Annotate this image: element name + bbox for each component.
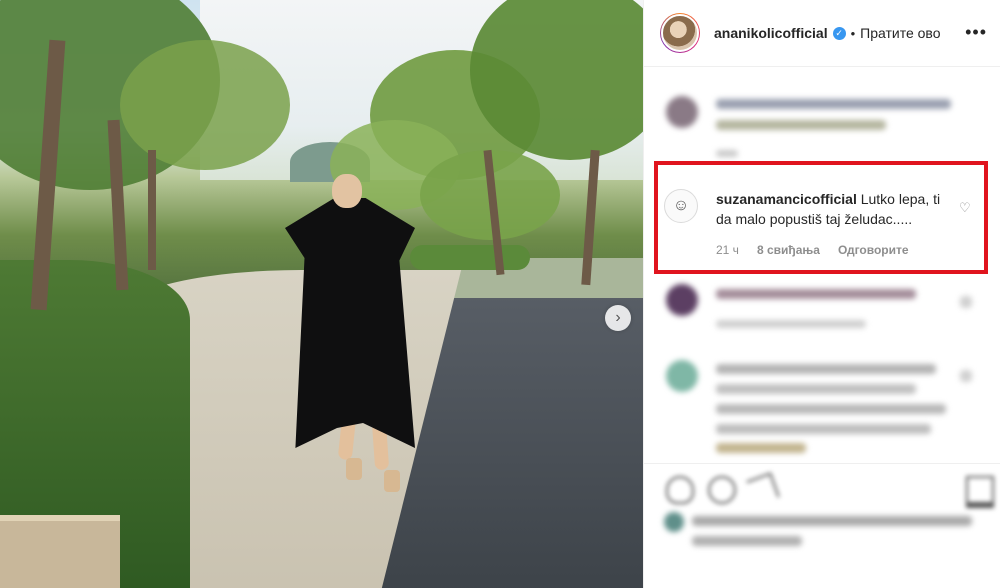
share-icon[interactable] <box>746 472 780 506</box>
heart-icon[interactable] <box>666 476 694 504</box>
chevron-right-icon: › <box>615 309 621 326</box>
post-photo[interactable]: › <box>0 0 643 588</box>
blurred-text <box>716 384 916 394</box>
tree-canopy <box>120 40 290 170</box>
blurred-text <box>692 516 972 526</box>
save-icon[interactable] <box>966 476 994 508</box>
blurred-heart <box>960 370 972 382</box>
verified-badge-icon: ✓ <box>832 26 846 40</box>
comment-icon[interactable] <box>708 476 736 504</box>
comment-time[interactable]: 21 ч <box>716 243 739 257</box>
heart-icon[interactable]: ♡ <box>959 200 971 216</box>
actions-separator <box>644 463 1000 464</box>
follow-button[interactable]: Пратите ово <box>860 25 940 41</box>
blurred-avatar <box>666 284 698 316</box>
blurred-text <box>716 289 916 299</box>
next-slide-button[interactable]: › <box>605 305 631 331</box>
blurred-text <box>716 364 936 374</box>
post-header: ananikolicofficial ✓ • Пратите ово ••• <box>644 0 1000 67</box>
author-avatar[interactable] <box>660 13 700 53</box>
commenter-username[interactable]: suzanamancicofficial <box>716 191 857 207</box>
blurred-avatar <box>666 96 698 128</box>
reply-button[interactable]: Одговорите <box>838 243 909 257</box>
commenter-avatar[interactable]: ☺ <box>664 189 698 223</box>
blurred-text <box>716 320 866 328</box>
author-username[interactable]: ananikolicofficial <box>714 25 828 41</box>
comment-likes[interactable]: 8 свиђања <box>757 243 820 257</box>
person-shoe <box>346 458 362 480</box>
header-separator: • <box>850 25 856 41</box>
more-icon[interactable]: ••• <box>965 22 987 43</box>
blurred-avatar <box>664 512 684 532</box>
person-robe <box>285 198 415 448</box>
blurred-avatar <box>666 360 698 392</box>
blurred-heart <box>960 296 972 308</box>
blurred-text <box>716 404 946 414</box>
blurred-text <box>716 120 886 130</box>
blurred-text <box>716 443 806 453</box>
photo-hedge-right <box>410 245 530 270</box>
comment-meta: 21 ч 8 свиђања Одговорите <box>716 243 909 257</box>
photo-steps <box>0 515 120 588</box>
blurred-text <box>692 536 802 546</box>
author-avatar-image <box>661 14 699 52</box>
blurred-text <box>716 99 951 109</box>
blurred-text <box>716 424 931 434</box>
tree-trunk <box>148 150 156 270</box>
avatar-glyph: ☺ <box>672 197 690 214</box>
person-shoe <box>384 470 400 492</box>
blurred-text <box>716 150 738 157</box>
comment-body: suzanamancicofficial Lutko lepa, ti da m… <box>716 189 956 229</box>
post-sidebar: ananikolicofficial ✓ • Пратите ово ••• ☺… <box>643 0 1000 588</box>
person-head <box>332 174 362 208</box>
